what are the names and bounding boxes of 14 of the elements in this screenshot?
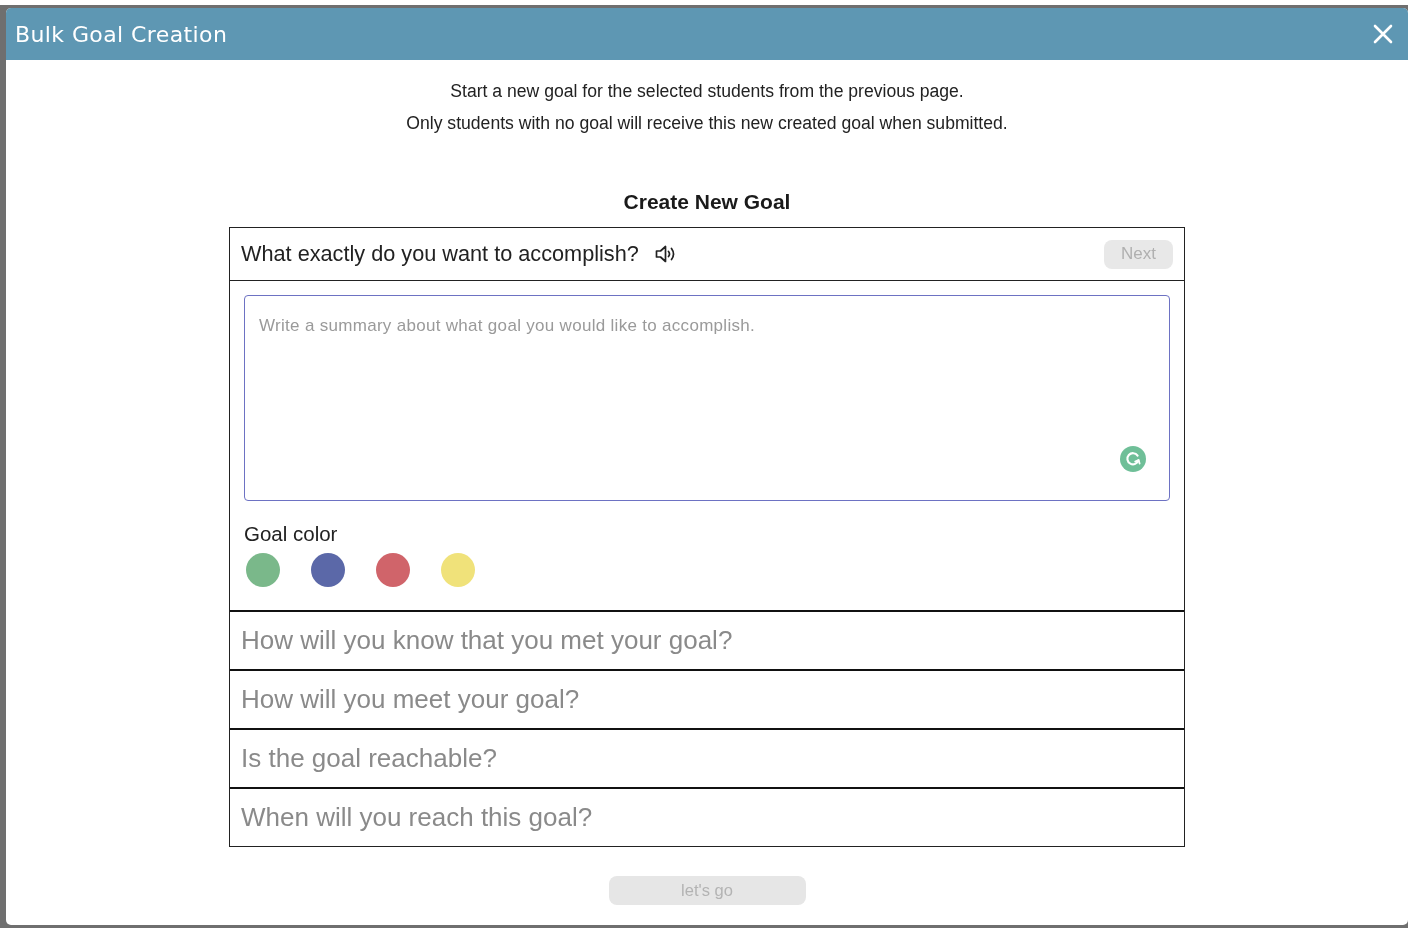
color-swatch-icon[interactable] [376,553,410,587]
intro-text: Start a new goal for the selected students from the previous page. [450,80,964,103]
color-swatch-icon[interactable] [246,553,280,587]
speaker-icon[interactable] [654,244,677,264]
color-swatch-icon[interactable] [311,553,345,587]
dialog-title: Bulk Goal Creation [15,21,228,47]
letter-g-icon[interactable] [1120,446,1146,472]
intro-text: Only students with no goal will receive this new created goal when submitted. [406,112,1008,135]
step-question: What exactly do you want to accomplish? [241,241,639,267]
goal-color-label: Goal color [244,522,338,546]
summary-field[interactable]: Write a summary about what goal you would like to accomplish. [244,295,1170,501]
color-swatch-icon[interactable] [441,553,475,587]
form-title: Create New Goal [623,189,791,215]
close-icon[interactable] [1373,24,1393,44]
